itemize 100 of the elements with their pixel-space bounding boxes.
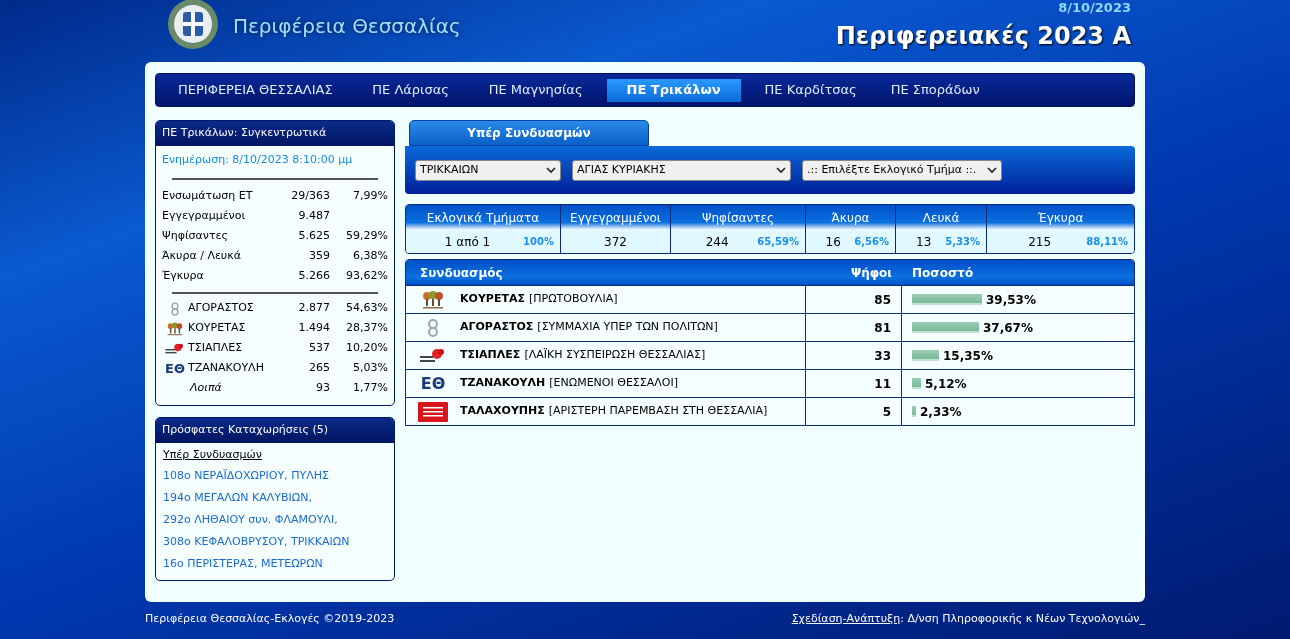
- column-header: Εκλογικά Τμήματα: [406, 205, 560, 230]
- party-votes: 1.494: [298, 320, 330, 337]
- total-value: 16: [824, 233, 842, 251]
- candidate-name: ΤΖΑΝΑΚΟΥΛΗ: [460, 375, 546, 392]
- stat-value: 5.266: [297, 268, 330, 285]
- recent-heading: Υπέρ Συνδυασμών: [163, 447, 263, 464]
- nav-tab[interactable]: ΠΕ Λάρισας: [356, 78, 465, 102]
- party-name: ΚΟΥΡΕΤΑΣ: [188, 320, 247, 337]
- total-percent: 100%: [523, 235, 554, 249]
- nav-tab[interactable]: ΠΕ Τρικάλων: [606, 78, 741, 102]
- vote-count: 5: [806, 398, 902, 425]
- logo-letters: ΕΘ: [165, 362, 185, 375]
- site-title: Περιφέρεια Θεσσαλίας: [233, 13, 461, 40]
- total-value: 1 από 1: [443, 233, 492, 251]
- chevron-down-icon: [546, 166, 556, 174]
- candidate-name: ΑΓΟΡΑΣΤΟΣ: [460, 319, 534, 336]
- percent-value: 5,12%: [925, 375, 967, 393]
- dropdown[interactable]: .:: Επιλέξτε Εκλογικό Τμήμα ::.: [802, 159, 1002, 181]
- chevron-down-icon: [987, 166, 997, 174]
- party-percent: 54,63%: [345, 300, 388, 317]
- party-percent: 10,20%: [345, 340, 388, 357]
- dropdown[interactable]: ΤΡΙΚΚΑΙΩΝ: [415, 159, 561, 181]
- percent-bar: [912, 322, 979, 333]
- party-name: ΤΣΙΑΠΛΕΣ: [188, 340, 244, 357]
- percent-bar: [912, 294, 982, 305]
- party-votes: 265: [308, 360, 330, 377]
- dropdown[interactable]: ΑΓΙΑΣ ΚΥΡΙΑΚΗΣ: [572, 159, 791, 181]
- panel-header: ΠΕ Τρικάλων: Συγκεντρωτικά: [156, 121, 394, 146]
- party-name: [ΣΥΜΜΑΧΙΑ ΥΠΕΡ ΤΩΝ ΠΟΛΙΤΩΝ]: [537, 319, 718, 336]
- total-value: 13: [915, 233, 933, 251]
- percent-bar: [912, 350, 939, 361]
- total-value: 244: [704, 233, 730, 251]
- party-name: [ΠΡΩΤΟΒΟΥΛΙΑ]: [528, 291, 618, 308]
- nav-tab[interactable]: ΠΕΡΙΦΕΡΕΙΑ ΘΕΣΣΑΛΙΑΣ: [168, 78, 343, 102]
- results-tab[interactable]: Υπέρ Συνδυασμών: [409, 120, 649, 146]
- percent-value: 37,67%: [983, 319, 1033, 337]
- stat-value: 5.625: [297, 228, 330, 245]
- party-votes: 2.877: [298, 300, 330, 317]
- stat-value: 9.487: [297, 208, 330, 225]
- recent-link[interactable]: 16ο ΠΕΡΙΣΤΕΡΑΣ, ΜΕΤΕΩΡΩΝ: [163, 553, 387, 576]
- banner-logo-icon: [418, 401, 448, 422]
- percent-value: 39,53%: [986, 291, 1036, 309]
- total-percent: 88,11%: [1086, 235, 1128, 249]
- column-header: Λευκά: [896, 205, 986, 230]
- column-header: Ψηφίσαντες: [671, 205, 805, 230]
- stat-value: 359: [308, 248, 330, 265]
- panel-header: Πρόσφατες Καταχωρήσεις (5): [156, 417, 394, 443]
- nav-tab[interactable]: ΠΕ Καρδίτσας: [754, 78, 867, 102]
- party-name: ΑΓΟΡΑΣΤΟΣ: [188, 300, 255, 317]
- stat-label: Άκυρα / Λευκά: [162, 248, 242, 265]
- stat-percent: 59,29%: [345, 228, 388, 245]
- candidate-name: ΤΣΙΑΠΛΕΣ: [460, 347, 521, 364]
- update-time: Ενημέρωση: 8/10/2023 8:10:00 μμ: [162, 152, 354, 168]
- total-percent: 5,33%: [945, 235, 980, 249]
- party-name: Λοιπά: [188, 380, 223, 397]
- party-percent: 28,37%: [345, 320, 388, 337]
- party-name: ΤΖΑΝΑΚΟΥΛΗ: [188, 360, 265, 377]
- percent-value: 2,33%: [920, 403, 962, 421]
- emblem-icon: [165, 0, 221, 50]
- column-header: Συνδυασμός: [419, 264, 504, 282]
- stat-label: Ψηφίσαντες: [162, 228, 229, 245]
- recent-link[interactable]: 308ο ΚΕΦΑΛΟΒΡΥΣΟΥ, ΤΡΙΚΚΑΙΩΝ: [163, 531, 387, 554]
- logo-letters: ΕΘ: [420, 375, 446, 392]
- credit-text: : Δ/νση Πληροφορικής κ Νέων Τεχνολογιών_: [900, 611, 1145, 627]
- percent-bar: [912, 378, 921, 389]
- party-votes: 93: [315, 380, 330, 397]
- chevron-down-icon: [776, 166, 786, 174]
- party-name: [ΑΡΙΣΤΕΡΗ ΠΑΡΕΜΒΑΣΗ ΣΤΗ ΘΕΣΣΑΛΙΑ]: [548, 403, 768, 420]
- column-header: Ποσοστό: [911, 264, 975, 282]
- party-votes: 537: [308, 340, 330, 357]
- candidate-name: ΤΑΛΑΧΟΥΠΗΣ: [460, 403, 545, 420]
- stat-percent: 6,38%: [352, 248, 388, 265]
- stat-percent: 7,99%: [352, 188, 388, 205]
- column-header: Ψήφοι: [849, 264, 893, 282]
- total-value: 372: [603, 233, 628, 251]
- stat-value: 29/363: [290, 188, 330, 205]
- percent-bar: [912, 406, 916, 417]
- total-percent: 6,56%: [854, 235, 889, 249]
- date-text: 8/10/2023: [1058, 1, 1131, 14]
- recent-link[interactable]: 292ο ΛΗΘΑΙΟΥ συν. ΦΛΑΜΟΥΛΙ,: [163, 509, 387, 532]
- election-title: Περιφερειακές 2023 Α: [835, 24, 1131, 48]
- recent-link[interactable]: 194ο ΜΕΓΑΛΩΝ ΚΑΛΥΒΙΩΝ,: [163, 487, 387, 510]
- party-percent: 5,03%: [352, 360, 388, 377]
- party-percent: 1,77%: [352, 380, 388, 397]
- stat-label: Έγκυρα: [162, 268, 205, 285]
- column-header: Άκυρα: [806, 205, 895, 230]
- column-header: Εγγεγραμμένοι: [561, 205, 670, 230]
- stat-percent: 93,62%: [345, 268, 388, 285]
- copyright-text: Περιφέρεια Θεσσαλίας-Εκλογές ©2019-2023: [145, 611, 395, 627]
- total-percent: 65,59%: [757, 235, 799, 249]
- party-name: [ΕΝΩΜΕΝΟΙ ΘΕΣΣΑΛΟΙ]: [549, 375, 678, 392]
- percent-value: 15,35%: [943, 347, 993, 365]
- nav-tab[interactable]: ΠΕ Μαγνησίας: [478, 78, 593, 102]
- nav-tab[interactable]: ΠΕ Σποράδων: [880, 78, 990, 102]
- total-value: 215: [1027, 233, 1053, 251]
- stat-label: Ενσωμάτωση ΕΤ: [162, 188, 254, 205]
- column-header: Έγκυρα: [987, 205, 1134, 230]
- party-name: [ΛΑΪΚΗ ΣΥΣΠΕΙΡΩΣΗ ΘΕΣΣΑΛΙΑΣ]: [524, 347, 706, 364]
- recent-link[interactable]: 108ο ΝΕΡΑΪΔΟΧΩΡΙΟΥ, ΠΥΛΗΣ: [163, 465, 387, 488]
- stat-label: Εγγεγραμμένοι: [162, 208, 247, 225]
